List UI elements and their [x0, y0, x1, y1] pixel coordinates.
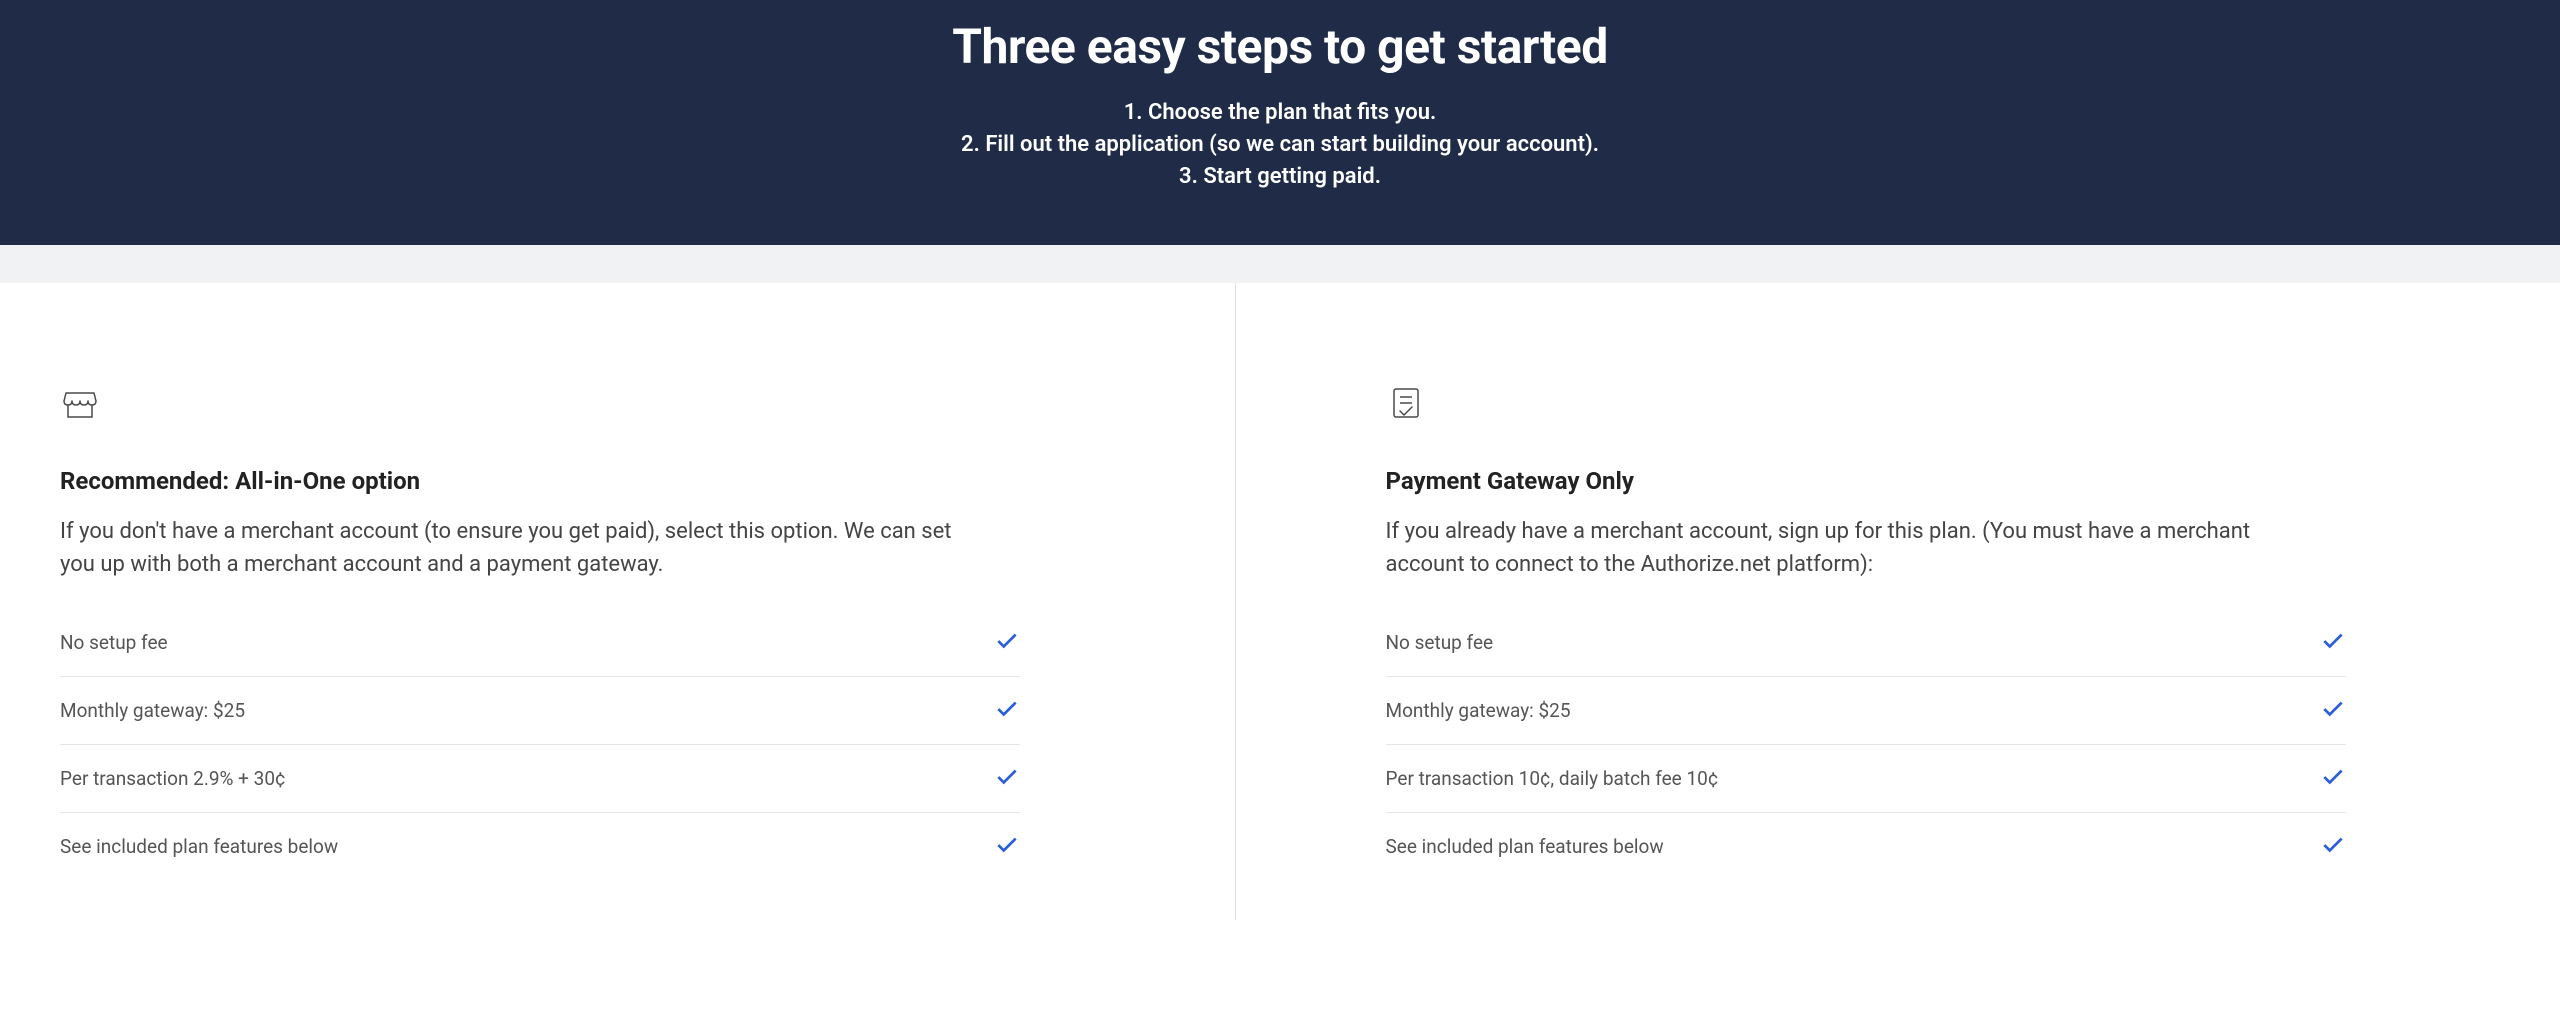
feature-row: No setup fee — [60, 621, 1020, 677]
check-icon — [994, 831, 1020, 862]
plan-title: Recommended: All-in-One option — [60, 467, 1145, 495]
hero-step-2: 2. Fill out the application (so we can s… — [40, 129, 2520, 161]
feature-label: Per transaction 10¢, daily batch fee 10¢ — [1386, 767, 1719, 790]
feature-label: See included plan features below — [1386, 835, 1664, 858]
feature-label: No setup fee — [60, 631, 168, 654]
check-icon — [2320, 695, 2346, 726]
feature-list: No setup fee Monthly gateway: $25 Per tr… — [60, 621, 1020, 880]
feature-row: Per transaction 2.9% + 30¢ — [60, 745, 1020, 813]
check-icon — [2320, 627, 2346, 658]
feature-label: Monthly gateway: $25 — [60, 699, 245, 722]
hero-step-3: 3. Start getting paid. — [40, 161, 2520, 193]
feature-row: See included plan features below — [60, 813, 1020, 880]
feature-label: Per transaction 2.9% + 30¢ — [60, 767, 285, 790]
hero-banner: Three easy steps to get started 1. Choos… — [0, 0, 2560, 245]
feature-row: Per transaction 10¢, daily batch fee 10¢ — [1386, 745, 2346, 813]
check-icon — [994, 763, 1020, 794]
hero-step-1: 1. Choose the plan that fits you. — [40, 97, 2520, 129]
check-icon — [2320, 763, 2346, 794]
check-icon — [994, 627, 1020, 658]
feature-row: Monthly gateway: $25 — [1386, 677, 2346, 745]
feature-label: Monthly gateway: $25 — [1386, 699, 1571, 722]
divider-band — [0, 245, 2560, 283]
hero-title: Three easy steps to get started — [40, 18, 2520, 75]
feature-label: See included plan features below — [60, 835, 338, 858]
plan-description: If you don't have a merchant account (to… — [60, 515, 960, 581]
check-icon — [2320, 831, 2346, 862]
plan-title: Payment Gateway Only — [1386, 467, 2471, 495]
plans-section: Recommended: All-in-One option If you do… — [0, 283, 2560, 920]
plan-gateway-only: Payment Gateway Only If you already have… — [1236, 283, 2560, 920]
feature-row: See included plan features below — [1386, 813, 2346, 880]
plan-all-in-one: Recommended: All-in-One option If you do… — [0, 283, 1236, 920]
feature-label: No setup fee — [1386, 631, 1494, 654]
feature-row: No setup fee — [1386, 621, 2346, 677]
check-icon — [994, 695, 1020, 726]
plan-description: If you already have a merchant account, … — [1386, 515, 2286, 581]
document-check-icon — [1386, 383, 2471, 427]
feature-list: No setup fee Monthly gateway: $25 Per tr… — [1386, 621, 2346, 880]
feature-row: Monthly gateway: $25 — [60, 677, 1020, 745]
hero-steps: 1. Choose the plan that fits you. 2. Fil… — [40, 97, 2520, 193]
storefront-icon — [60, 383, 1145, 427]
